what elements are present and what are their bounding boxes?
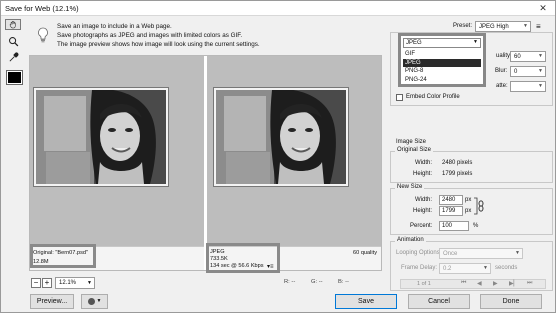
hand-icon[interactable] (5, 19, 21, 30)
format-dropdown[interactable]: JPEG ▼ GIF JPEG PNG-8 PNG-24 (398, 33, 486, 87)
chevron-down-icon: ▼ (483, 265, 488, 271)
frame-counter: 1 of 1 (417, 281, 431, 287)
quality-select[interactable]: 60 ▼ (510, 51, 546, 62)
next-frame-icon[interactable]: ▶▏ (509, 280, 518, 287)
done-button[interactable]: Done (480, 294, 542, 309)
blur-label: Blur: (495, 68, 508, 74)
zoom-icon[interactable] (5, 34, 21, 48)
frame-delay-unit: seconds (495, 265, 518, 271)
percent-input[interactable]: 100 (439, 221, 469, 231)
percent-label: Percent: (410, 223, 433, 229)
chevron-down-icon: ▼ (515, 250, 520, 256)
zoom-level-value: 12.1% (59, 280, 77, 286)
orig-height-value: 1799 pixels (442, 171, 473, 177)
chevron-down-icon: ▼ (87, 280, 92, 286)
orig-width-label: Width: (415, 160, 433, 166)
last-frame-icon[interactable]: ⏭ (527, 280, 532, 287)
optimized-pane[interactable]: JPEG 733.5K 134 sec @ 56.6 Kbps 60 quali… (207, 56, 381, 270)
orig-height-label: Height: (413, 171, 433, 177)
animation-title: Animation (395, 237, 426, 243)
height-unit: px (465, 208, 472, 214)
preset-menu-icon[interactable]: ≡ (536, 22, 541, 31)
blur-select[interactable]: 0 ▼ (510, 66, 546, 77)
save-button[interactable]: Save (335, 294, 397, 309)
original-pane[interactable]: Original: "Bern07.psd" 12.8M (30, 56, 204, 270)
chevron-down-icon: ▼ (538, 68, 543, 74)
zoom-in-button[interactable]: + (42, 278, 52, 288)
format-select[interactable]: JPEG ▼ (403, 38, 481, 48)
info-line-1: Save an image to include in a Web page. (57, 23, 172, 30)
channel-g: G: -- (311, 279, 323, 285)
title-bar: Save for Web (12.1%) ✕ (1, 1, 555, 16)
new-size-title: New Size (395, 184, 425, 190)
new-height-label: Height: (413, 208, 433, 214)
image-size-heading: Image Size (396, 139, 427, 145)
browser-preview-button[interactable]: ▼ (81, 294, 108, 309)
original-size-title: Original Size (395, 147, 434, 153)
percent-unit: % (473, 223, 479, 229)
close-button[interactable]: ✕ (531, 1, 555, 16)
link-icon[interactable] (473, 197, 485, 215)
zoom-bar: − + 12.1% ▼ R: -- G: -- B: -- (29, 277, 384, 291)
matte-select[interactable]: ▼ (510, 81, 546, 92)
new-width-input[interactable]: 2480 (439, 195, 463, 205)
chevron-down-icon: ▼ (538, 83, 543, 89)
chevron-down-icon: ▼ (473, 39, 478, 45)
format-option-gif[interactable]: GIF (403, 50, 481, 59)
format-option-png8[interactable]: PNG-8 (403, 67, 481, 76)
preset-value: JPEG High (479, 23, 509, 30)
frame-delay-select[interactable]: 0.2 ▼ (439, 263, 491, 274)
chevron-down-icon: ▼ (96, 298, 102, 304)
new-height-input[interactable]: 1799 (439, 206, 463, 216)
preview-button[interactable]: Preview... (30, 294, 74, 309)
prev-frame-icon[interactable]: ◀ (477, 280, 482, 287)
lightbulb-icon (38, 27, 48, 43)
chevron-down-icon: ▼ (523, 23, 528, 29)
frame-delay-value: 0.2 (443, 265, 452, 272)
info-line-2: Save photographs as JPEG and images with… (57, 32, 243, 39)
first-frame-icon[interactable]: ⏮ (461, 280, 466, 287)
looping-value: Once (443, 250, 458, 257)
original-info-highlight (30, 244, 96, 268)
original-image[interactable] (33, 87, 169, 187)
orig-width-value: 2480 pixels (442, 160, 473, 166)
preset-select[interactable]: JPEG High ▼ (475, 21, 531, 32)
embed-color-profile-label: Embed Color Profile (406, 94, 460, 100)
format-option-png24[interactable]: PNG-24 (403, 76, 481, 85)
preview-area: Original: "Bern07.psd" 12.8M JPEG 733.5K… (29, 55, 382, 271)
frame-delay-label: Frame Delay: (401, 265, 438, 271)
info-line-3: The image preview shows how image will l… (57, 41, 260, 48)
format-option-jpeg[interactable]: JPEG (403, 58, 481, 67)
eyedropper-color-swatch[interactable] (6, 70, 23, 85)
width-unit: px (465, 197, 472, 203)
browser-icon (87, 298, 95, 305)
optimized-info-highlight (206, 243, 280, 273)
eyedropper-icon[interactable] (5, 50, 21, 64)
window-title: Save for Web (12.1%) (5, 4, 79, 13)
animation-controls: 1 of 1 ⏮ ◀ ▶ ▶▏ ⏭ (400, 279, 546, 289)
format-value: JPEG (406, 40, 422, 46)
channel-r: R: -- (284, 279, 296, 285)
play-icon[interactable]: ▶ (493, 280, 498, 287)
channel-b: B: -- (338, 279, 349, 285)
optimized-image[interactable] (213, 87, 349, 187)
info-banner: Save an image to include in a Web page. … (29, 20, 384, 52)
cancel-button[interactable]: Cancel (408, 294, 470, 309)
chevron-down-icon: ▼ (538, 53, 543, 59)
matte-label: atte: (496, 83, 508, 89)
zoom-level-select[interactable]: 12.1% ▼ (55, 277, 95, 289)
save-for-web-window: Save for Web (12.1%) ✕ Save an image to … (0, 0, 556, 313)
looping-select[interactable]: Once ▼ (439, 248, 523, 259)
quality-value: 60 (514, 53, 521, 60)
preset-label: Preset: (453, 23, 473, 29)
blur-value: 0 (514, 68, 518, 75)
new-width-label: Width: (415, 197, 433, 203)
original-size-group: Original Size (390, 147, 553, 183)
zoom-out-button[interactable]: − (31, 278, 41, 288)
looping-label: Looping Options: (396, 250, 442, 256)
optimized-quality: 60 quality (353, 250, 377, 256)
embed-color-profile-checkbox[interactable] (396, 94, 403, 101)
